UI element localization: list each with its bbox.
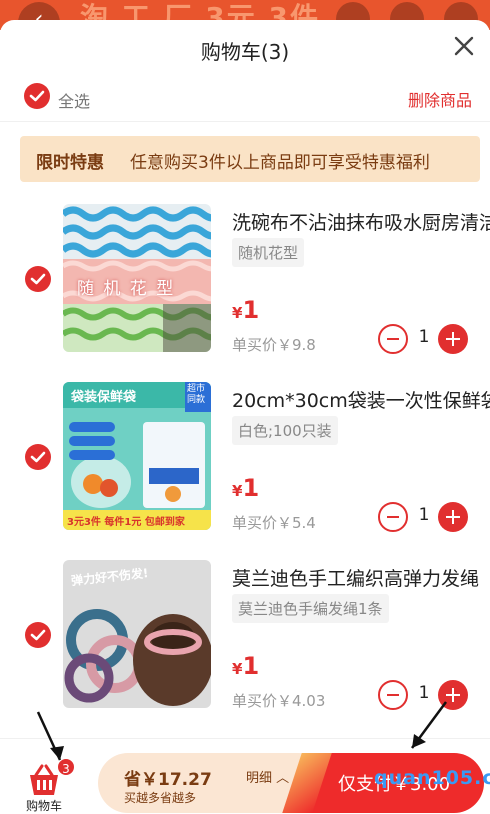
item-checkbox[interactable] — [25, 622, 51, 648]
unit-price: 单买价￥5.4 — [232, 514, 316, 532]
decrease-button[interactable] — [378, 324, 408, 354]
savings-subtitle: 买越多省越多 — [124, 791, 197, 805]
promo-banner: 限时特惠 任意购买3件以上商品即可享受特惠福利 — [20, 136, 480, 182]
pay-button[interactable]: 仅支付￥3.00 quan105.com — [304, 753, 490, 813]
close-icon[interactable] — [450, 32, 478, 60]
product-variant[interactable]: 白色;100只装 — [232, 416, 338, 445]
product-title[interactable]: 洗碗布不沾油抹布吸水厨房清洁 — [232, 208, 490, 235]
product-title[interactable]: 莫兰迪色手工编织高弹力发绳 — [232, 564, 490, 591]
select-all-label: 全选 — [58, 92, 91, 111]
unit-price: 单买价￥9.8 — [232, 336, 316, 354]
quantity-stepper: 1 — [378, 324, 468, 354]
product-image[interactable]: 随 机 花 型 — [63, 204, 211, 352]
product-image-caption: 袋装保鲜袋 — [71, 390, 137, 405]
cart-item: 袋装保鲜袋 超市同款 3元3件 每件1元 包邮到家 20cm*30cm袋装一次性… — [0, 382, 490, 532]
item-checkbox[interactable] — [25, 444, 51, 470]
details-toggle[interactable]: 明细 ︿ — [246, 767, 289, 786]
decrease-button[interactable] — [378, 502, 408, 532]
cart-item: 弹力好不伤发! 莫兰迪色手工编织高弹力发绳 莫兰迪色手编发绳1条 ¥1 单买价￥… — [0, 560, 490, 710]
product-variant[interactable]: 随机花型 — [232, 238, 305, 267]
cart-sheet: 购物车(3) 全选 删除商品 限时特惠 任意购买3件以上商品即可享受特惠福利 随… — [0, 20, 490, 814]
quantity-value: 1 — [418, 683, 430, 703]
product-image[interactable]: 袋装保鲜袋 超市同款 3元3件 每件1元 包邮到家 — [63, 382, 211, 530]
promo-tag: 限时特惠 — [36, 153, 104, 173]
cart-button[interactable]: 3 购物车 — [22, 757, 76, 813]
product-title[interactable]: 20cm*30cm袋装一次性保鲜袋 — [232, 386, 490, 413]
checkout-bar: 3 购物车 省￥17.27 买越多省越多 明细 ︿ 仅支付￥3.00 quan1… — [0, 738, 490, 814]
decrease-button[interactable] — [378, 680, 408, 710]
increase-button[interactable] — [438, 502, 468, 532]
item-checkbox[interactable] — [25, 266, 51, 292]
increase-button[interactable] — [438, 324, 468, 354]
select-all-row: 全选 删除商品 — [0, 78, 490, 122]
increase-button[interactable] — [438, 680, 468, 710]
product-variant[interactable]: 莫兰迪色手编发绳1条 — [232, 594, 389, 623]
unit-price: 单买价￥4.03 — [232, 692, 326, 710]
product-image-bottom-text: 3元3件 每件1元 包邮到家 — [67, 517, 185, 528]
product-image[interactable]: 弹力好不伤发! — [63, 560, 211, 708]
product-price: ¥1 — [232, 652, 260, 680]
product-image-badge: 超市同款 — [187, 384, 206, 405]
product-price: ¥1 — [232, 474, 260, 502]
quantity-value: 1 — [418, 505, 430, 525]
delete-items-button[interactable]: 删除商品 — [408, 87, 472, 111]
quantity-stepper: 1 — [378, 502, 468, 532]
watermark-text: quan105.com — [374, 767, 490, 789]
select-all-checkbox[interactable] — [24, 83, 50, 109]
savings-amount: 省￥17.27 — [124, 770, 212, 790]
cart-title: 购物车(3) — [200, 40, 290, 64]
promo-text: 任意购买3件以上商品即可享受特惠福利 — [130, 153, 430, 173]
cart-item: 随 机 花 型 洗碗布不沾油抹布吸水厨房清洁 随机花型 ¥1 单买价￥9.8 1 — [0, 204, 490, 354]
quantity-value: 1 — [418, 327, 430, 347]
cart-label: 购物车 — [26, 799, 63, 813]
quantity-stepper: 1 — [378, 680, 468, 710]
cart-count-badge: 3 — [56, 757, 76, 777]
product-image-caption: 随 机 花 型 — [77, 279, 176, 299]
product-price: ¥1 — [232, 296, 260, 324]
